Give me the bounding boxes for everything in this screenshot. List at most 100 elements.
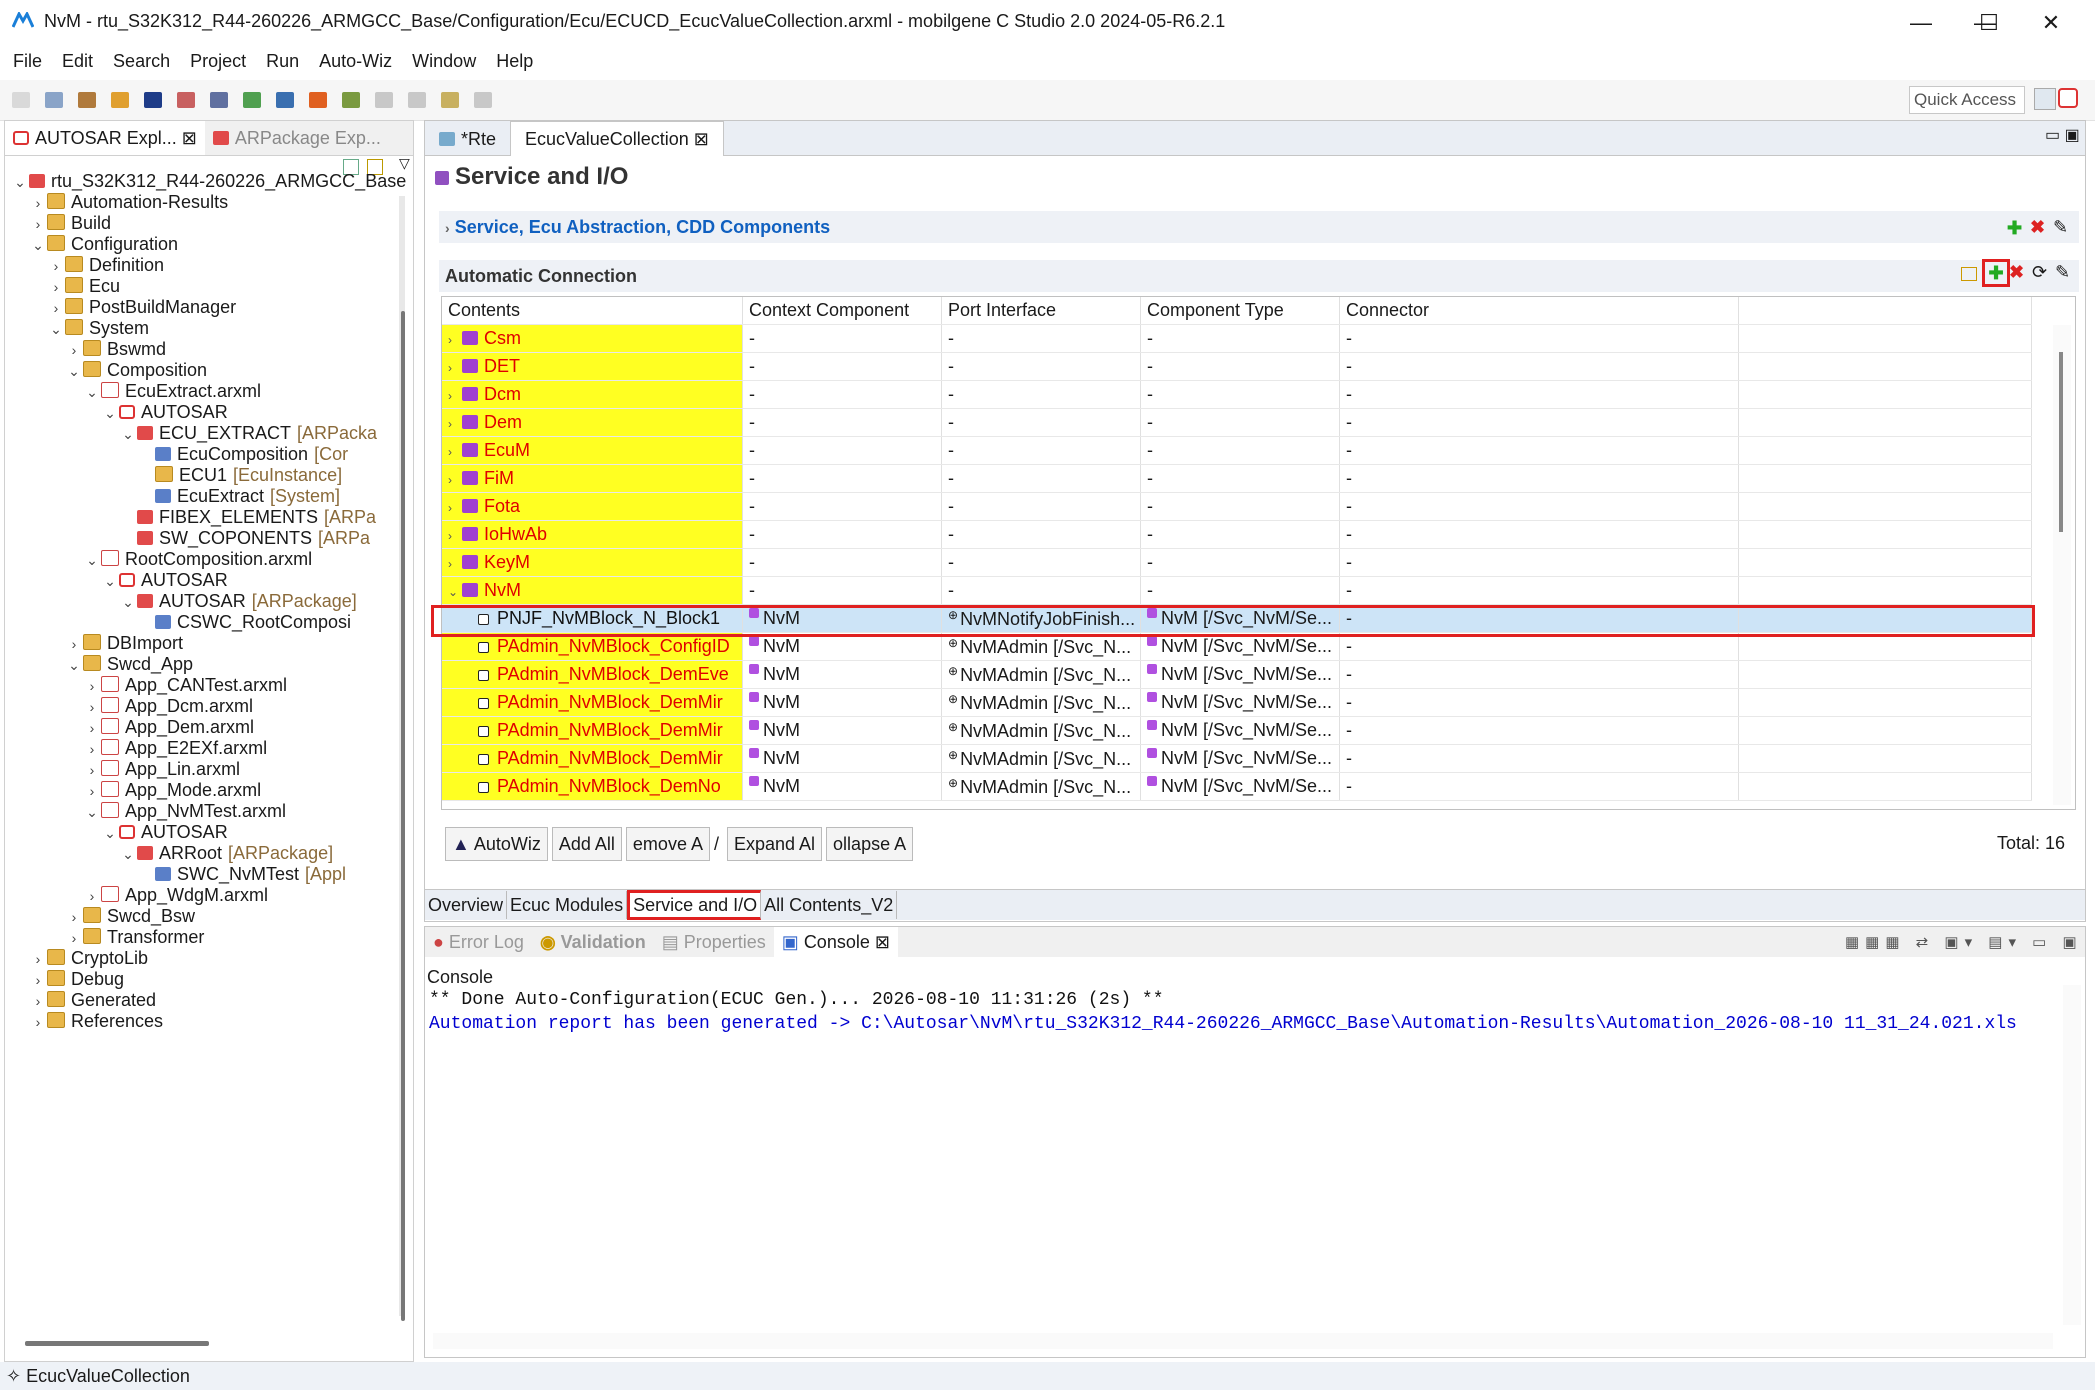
tree-horizontal-scrollbar[interactable]: [25, 1341, 209, 1346]
nav-icon[interactable]: [375, 92, 394, 108]
collapse-all-button[interactable]: ollapse A: [826, 827, 914, 861]
table-row[interactable]: › FiM - - - -: [442, 464, 2032, 493]
console-line-report[interactable]: Automation report has been generated -> …: [429, 1014, 2017, 1034]
chevron-down-icon[interactable]: ⌄: [65, 651, 83, 679]
section-service-components[interactable]: › Service, Ecu Abstraction, CDD Componen…: [439, 211, 2079, 243]
table-row[interactable]: › Csm - - - -: [442, 324, 2032, 353]
refresh-icon[interactable]: ⟳: [2032, 262, 2047, 283]
console-horizontal-scrollbar[interactable]: [433, 1333, 2053, 1349]
chevron-down-icon[interactable]: ⌄: [65, 357, 83, 385]
chevron-right-icon[interactable]: ›: [448, 361, 462, 375]
config-icon[interactable]: [210, 92, 229, 108]
col-contents[interactable]: Contents: [442, 297, 743, 325]
menu-help[interactable]: Help: [496, 48, 533, 74]
table-row[interactable]: PNJF_NvMBlock_N_Block1 NvM ⊕ NvMNotifyJobFi…: [442, 604, 2032, 633]
chevron-down-icon[interactable]: ⌄: [83, 798, 101, 826]
table-scroll-thumb[interactable]: [2059, 352, 2063, 532]
table-row[interactable]: ⌄ NvM - - - -: [442, 576, 2032, 605]
chevron-down-icon[interactable]: ⌄: [101, 567, 119, 595]
tab-arpackage-explorer[interactable]: ARPackage Exp...: [205, 121, 389, 155]
chevron-down-icon[interactable]: ⌄: [47, 315, 65, 343]
nav2-icon[interactable]: [408, 92, 427, 108]
chevron-down-icon[interactable]: ⌄: [119, 588, 137, 616]
chevron-right-icon[interactable]: ›: [448, 501, 462, 515]
col-port-interface[interactable]: Port Interface: [941, 297, 1141, 325]
new-icon[interactable]: [12, 92, 30, 108]
col-component-type[interactable]: Component Type: [1140, 297, 1340, 325]
report-icon[interactable]: [309, 92, 328, 108]
back-icon[interactable]: [441, 92, 460, 108]
table-row[interactable]: PAdmin_NvMBlock_ConfigID NvM ⊕ NvMAdmin [/S…: [442, 632, 2032, 661]
chevron-down-icon[interactable]: ⌄: [119, 840, 137, 868]
chevron-down-icon[interactable]: ⌄: [101, 399, 119, 427]
chevron-right-icon[interactable]: ›: [448, 389, 462, 403]
table-row[interactable]: › DET - - - -: [442, 352, 2032, 381]
close-button[interactable]: ✕: [2020, 0, 2082, 46]
menu-search[interactable]: Search: [113, 48, 170, 74]
chevron-down-icon[interactable]: ⌄: [83, 378, 101, 406]
menu-window[interactable]: Window: [412, 48, 476, 74]
tool-icon[interactable]: [144, 92, 163, 108]
chevron-down-icon[interactable]: ⌄: [83, 546, 101, 574]
tab-ecucvaluecollection[interactable]: EcucValueCollection ⊠: [510, 121, 724, 156]
link-icon[interactable]: [342, 92, 361, 108]
delete-icon[interactable]: ✖: [2030, 217, 2045, 238]
add-icon[interactable]: ✚: [2007, 218, 2022, 239]
chevron-right-icon[interactable]: ›: [448, 417, 462, 431]
chevron-down-icon[interactable]: ⌄: [11, 168, 29, 196]
remove-connection-icon[interactable]: ✖: [2009, 262, 2024, 283]
chevron-right-icon[interactable]: ›: [448, 557, 462, 571]
expand-all-button[interactable]: Expand Al: [726, 827, 823, 861]
col-connector[interactable]: Connector: [1339, 297, 1739, 325]
page-tab-service-io[interactable]: Service and I/O: [627, 890, 762, 920]
chevron-right-icon[interactable]: ›: [448, 473, 462, 487]
wizard-icon[interactable]: [177, 92, 196, 108]
forward-icon[interactable]: [474, 92, 493, 108]
menu-file[interactable]: File: [13, 48, 42, 74]
chevron-down-icon[interactable]: ⌄: [29, 231, 47, 259]
validate-icon[interactable]: [243, 92, 262, 108]
chevron-right-icon[interactable]: ›: [29, 1008, 47, 1036]
tab-rte[interactable]: *Rte: [425, 122, 510, 156]
tab-console[interactable]: ▣ Console ⊠: [773, 927, 898, 957]
filter-icon[interactable]: [1961, 267, 1977, 281]
menu-autowiz[interactable]: Auto-Wiz: [319, 48, 392, 74]
tree-scroll-thumb[interactable]: [401, 311, 405, 1321]
page-tab-ecuc-modules[interactable]: Ecuc Modules: [507, 891, 628, 919]
table-row[interactable]: PAdmin_NvMBlock_DemNo NvM ⊕ NvMAdmin [/Svc_…: [442, 772, 2032, 801]
console-vertical-scrollbar[interactable]: [2063, 985, 2081, 1325]
edit-icon[interactable]: ✎: [2053, 217, 2068, 238]
chevron-right-icon[interactable]: ›: [448, 529, 462, 543]
editor-minimize-icon[interactable]: ▭ ▣: [2045, 125, 2080, 145]
tab-error-log[interactable]: ● Error Log: [425, 927, 532, 957]
table-row[interactable]: PAdmin_NvMBlock_DemMir NvM ⊕ NvMAdmin [/Svc…: [442, 716, 2032, 745]
menu-project[interactable]: Project: [190, 48, 246, 74]
save-icon[interactable]: [45, 92, 64, 108]
add-connection-button[interactable]: ✚: [1982, 259, 2010, 287]
chevron-right-icon[interactable]: ›: [448, 333, 462, 347]
remove-all-button[interactable]: emove A: [625, 827, 710, 861]
chevron-down-icon[interactable]: ⌄: [448, 585, 462, 599]
quick-access-field[interactable]: Quick Access: [1909, 86, 2025, 114]
menu-edit[interactable]: Edit: [62, 48, 93, 74]
maximize-button[interactable]: ☐: [1958, 0, 2020, 46]
table-row[interactable]: › KeyM - - - -: [442, 548, 2032, 577]
table-row[interactable]: PAdmin_NvMBlock_DemMir NvM ⊕ NvMAdmin [/Svc…: [442, 688, 2032, 717]
add-all-button[interactable]: Add All: [551, 827, 622, 861]
autosar-perspective-icon[interactable]: [2058, 88, 2078, 108]
table-row[interactable]: › EcuM - - - -: [442, 436, 2032, 465]
table-row[interactable]: › IoHwAb - - - -: [442, 520, 2032, 549]
tab-properties[interactable]: ▤ Properties: [654, 927, 774, 957]
tab-validation[interactable]: ◉ Validation: [532, 927, 654, 957]
chevron-down-icon[interactable]: ⌄: [119, 420, 137, 448]
console-toolbar-icons[interactable]: ▦▦▦ ⇄ ▣▾ ▤▾ ▭ ▣: [1845, 933, 2083, 951]
chevron-down-icon[interactable]: ⌄: [101, 819, 119, 847]
perspective-icon[interactable]: [2034, 88, 2056, 110]
tab-autosar-explorer[interactable]: AUTOSAR Expl... ⊠: [5, 121, 205, 155]
generate-icon[interactable]: [276, 92, 295, 108]
minimize-button-2[interactable]: —: [1890, 0, 1952, 46]
autowiz-button[interactable]: ▲ AutoWiz: [445, 827, 548, 861]
chevron-right-icon[interactable]: ›: [448, 445, 462, 459]
build-icon[interactable]: [78, 92, 97, 108]
menu-run[interactable]: Run: [266, 48, 299, 74]
